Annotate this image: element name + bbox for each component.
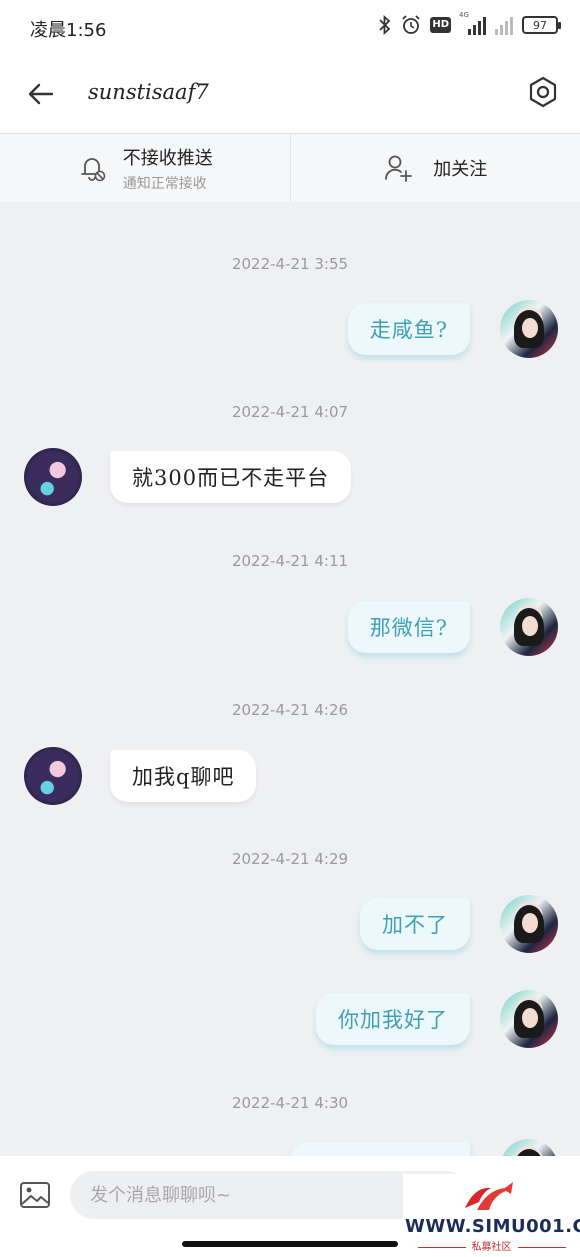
status-bar: 凌晨1:56 HD 4G 97: [0, 0, 580, 56]
bluetooth-icon: [379, 14, 391, 36]
message-bubble[interactable]: 那微信?: [347, 601, 470, 653]
follow-button[interactable]: 加关注: [289, 134, 580, 202]
message-bubble[interactable]: [290, 1142, 470, 1156]
timestamp: 2022-4-21 4:30: [231, 1094, 349, 1112]
battery-level: 97: [533, 18, 547, 32]
chat-title: sunstisaaf7: [88, 80, 209, 104]
settings-hexagon-icon[interactable]: [526, 75, 560, 109]
battery-icon: 97: [522, 16, 561, 34]
message-bubble[interactable]: 走咸鱼?: [347, 303, 470, 355]
chat-header: sunstisaaf7: [0, 56, 580, 134]
timestamp: 2022-4-21 3:55: [231, 255, 349, 273]
home-indicator[interactable]: [182, 1241, 398, 1247]
message-row-sent: [0, 1139, 580, 1156]
push-subtitle: 通知正常接收: [122, 175, 207, 192]
my-avatar[interactable]: [500, 895, 558, 953]
watermark-subtitle: 私募社区: [403, 1238, 580, 1253]
my-avatar[interactable]: [500, 1139, 558, 1156]
simu-logo-icon: [465, 1182, 513, 1210]
my-avatar[interactable]: [500, 300, 558, 358]
back-arrow-icon[interactable]: [26, 79, 56, 109]
mute-push-button[interactable]: 不接收推送 通知正常接收: [0, 134, 290, 202]
message-row-sent: 走咸鱼?: [0, 300, 580, 360]
message-row-sent: 那微信?: [0, 598, 580, 658]
status-icons: HD 4G 97: [378, 11, 561, 36]
add-user-icon: [385, 155, 413, 182]
image-picker-icon[interactable]: [18, 1178, 52, 1212]
alarm-icon: [402, 15, 420, 34]
network-type-label: 4G: [459, 11, 469, 19]
follow-label: 加关注: [433, 159, 488, 180]
message-row-sent: 加不了: [0, 895, 580, 955]
my-avatar[interactable]: [500, 598, 558, 656]
message-bubble[interactable]: 加不了: [360, 898, 470, 950]
signal-weak-icon: [495, 15, 513, 35]
contact-avatar[interactable]: [24, 747, 82, 805]
watermark: WWW.SIMU001.CN 私募社区: [403, 1174, 580, 1257]
chat-messages[interactable]: 2022-4-21 3:55 走咸鱼? 2022-4-21 4:07 就300而…: [0, 202, 580, 1156]
bell-muted-icon: [80, 158, 106, 182]
message-row-sent: 你加我好了: [0, 990, 580, 1050]
timestamp: 2022-4-21 4:11: [231, 552, 349, 570]
message-bubble[interactable]: 就300而已不走平台: [110, 451, 352, 503]
timestamp: 2022-4-21 4:07: [231, 403, 349, 421]
push-title: 不接收推送: [122, 147, 213, 169]
signal-4g-icon: 4G: [459, 11, 486, 35]
watermark-url: WWW.SIMU001.CN: [405, 1216, 580, 1237]
contact-avatar[interactable]: [24, 448, 82, 506]
message-row-received: 就300而已不走平台: [0, 448, 580, 508]
timestamp: 2022-4-21 4:26: [231, 701, 349, 719]
message-bubble[interactable]: 你加我好了: [316, 993, 470, 1045]
status-time: 凌晨1:56: [30, 20, 107, 41]
action-bar: 不接收推送 通知正常接收 加关注: [0, 134, 580, 202]
my-avatar[interactable]: [500, 990, 558, 1048]
message-row-received: 加我q聊吧: [0, 747, 580, 807]
hd-badge: HD: [430, 17, 451, 33]
message-bubble[interactable]: 加我q聊吧: [110, 750, 257, 802]
timestamp: 2022-4-21 4:29: [231, 850, 349, 868]
